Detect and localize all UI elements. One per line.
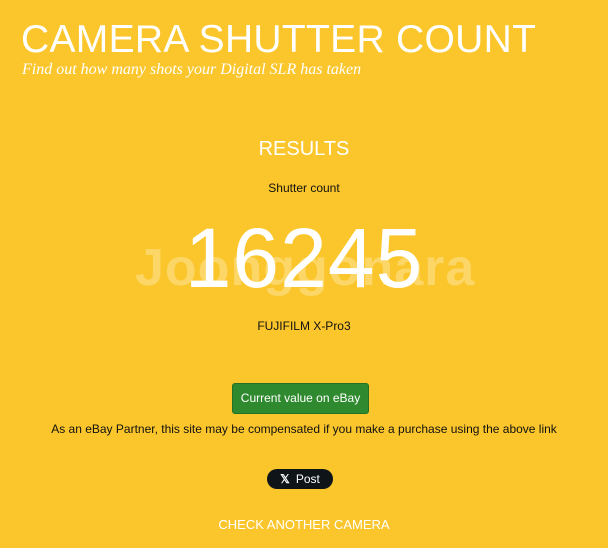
shutter-count-label: Shutter count: [268, 181, 340, 195]
results-heading: RESULTS: [258, 138, 350, 160]
ebay-disclosure: As an eBay Partner, this site may be com…: [51, 422, 557, 436]
ebay-value-button[interactable]: Current value on eBay: [232, 383, 369, 414]
camera-model: FUJIFILM X-Pro3: [257, 319, 351, 333]
post-label: Post: [295, 472, 320, 486]
results-section: RESULTS Shutter count 16245 Joonggonara …: [0, 0, 608, 548]
x-logo-icon: 𝕏: [280, 472, 290, 486]
check-another-camera-link[interactable]: CHECK ANOTHER CAMERA: [0, 517, 608, 532]
shutter-count-value: 16245: [184, 211, 424, 305]
x-post-button[interactable]: 𝕏 Post: [267, 469, 333, 489]
